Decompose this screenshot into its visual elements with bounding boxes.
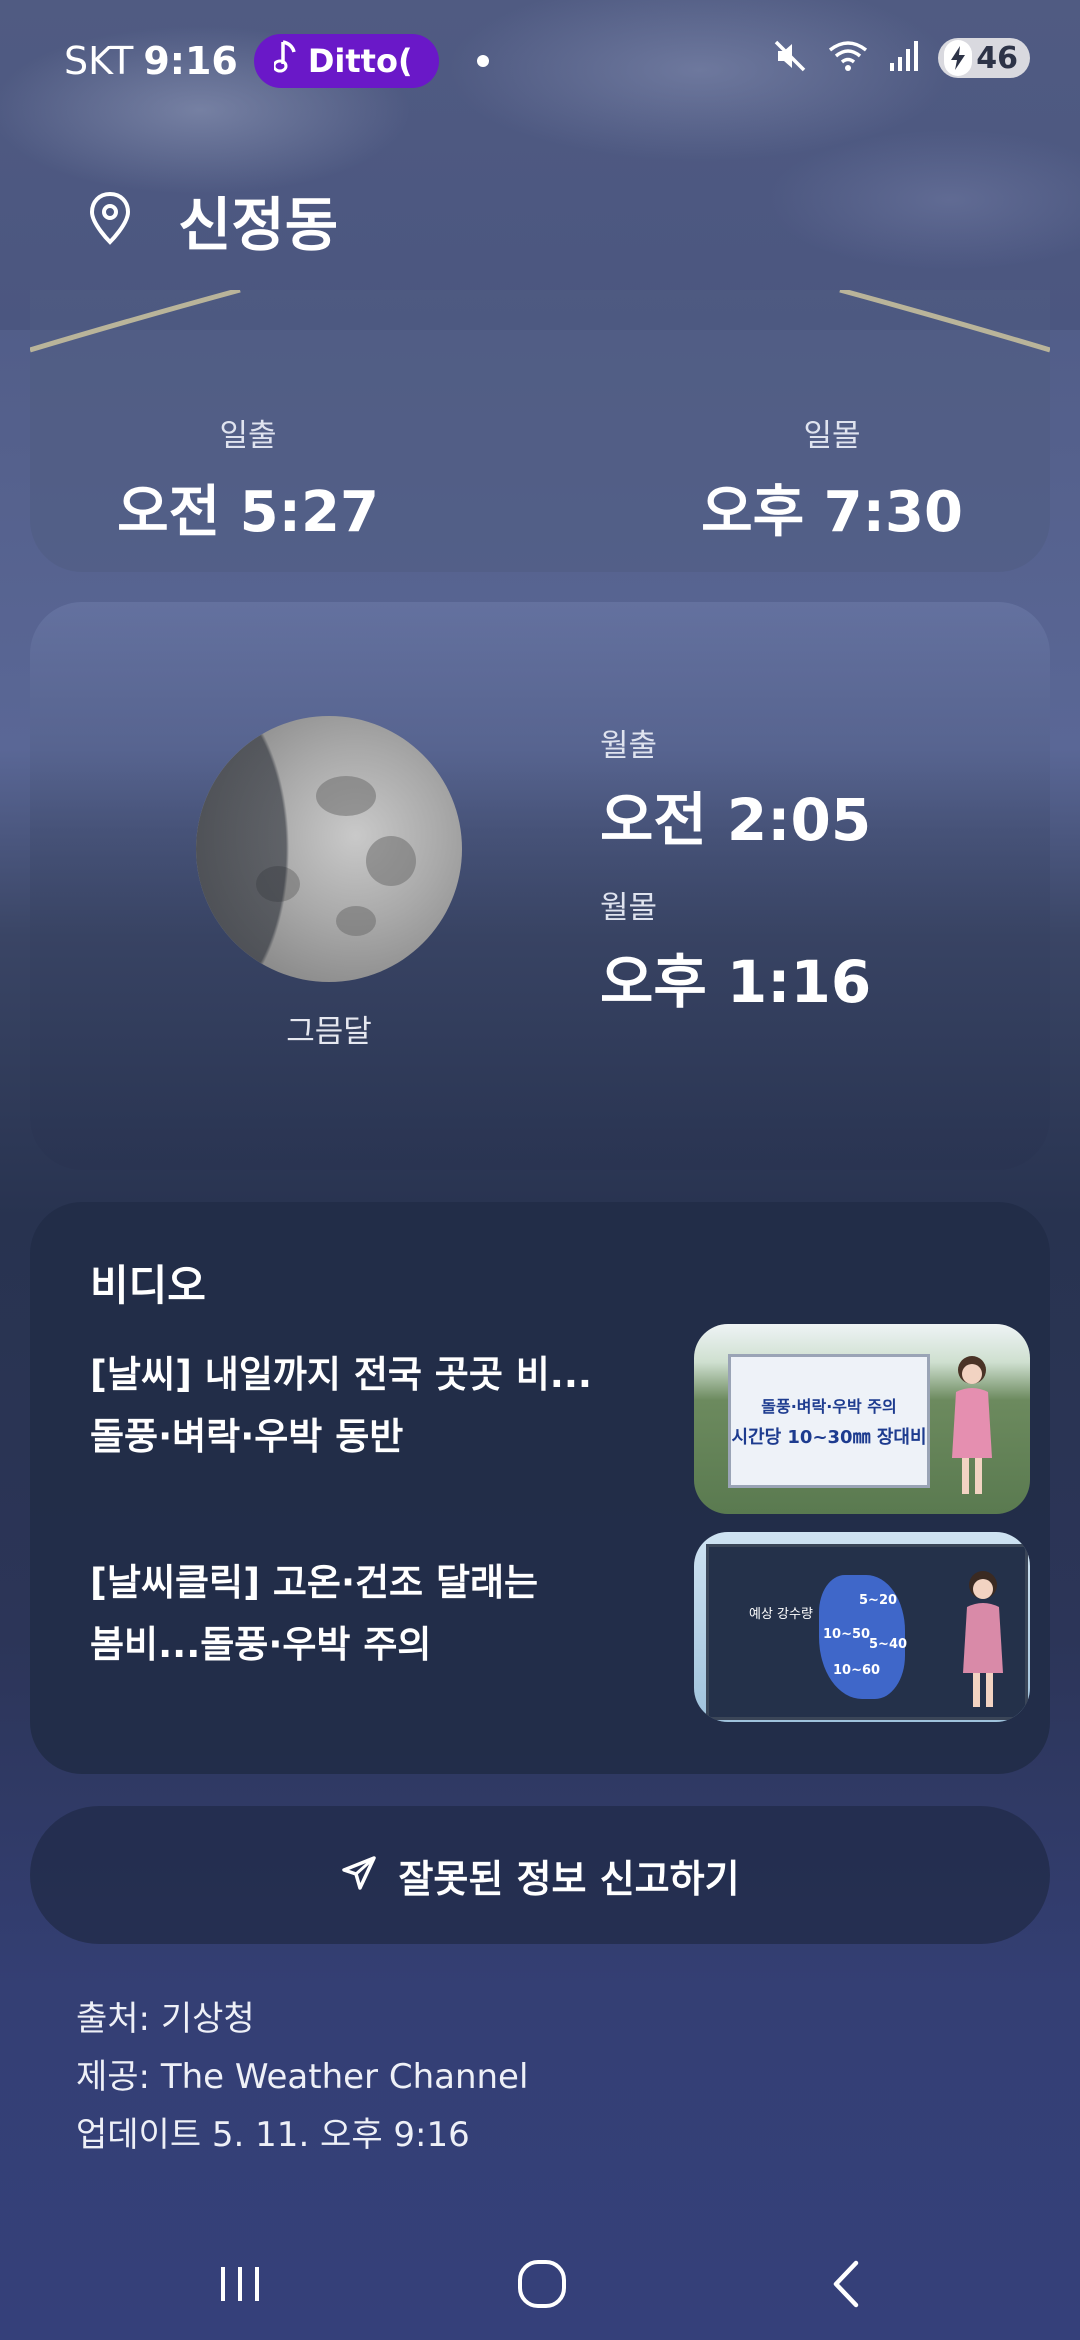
navigation-bar (0, 2230, 1080, 2340)
music-note-icon (272, 40, 298, 82)
thumbnail-board: 돌풍·벼락·우박 주의 시간당 10~30㎜ 장대비 (728, 1354, 930, 1488)
video-item-title: [날씨] 내일까지 전국 곳곳 비... 돌풍·벼락·우박 동반 (90, 1344, 610, 1468)
video-item-title: [날씨클릭] 고온·건조 달래는 봄비...돌풍·우박 주의 (90, 1552, 610, 1676)
location-header[interactable]: 신정동 (88, 178, 338, 262)
moonset-block: 월몰 오후 1:16 (600, 882, 871, 1019)
thumbnail-screen: 예상 강수량 5~20 10~50 5~40 10~60 (706, 1544, 1028, 1720)
data-source: 출처: 기상청 (76, 1999, 255, 2039)
video-item-title-line1: [날씨] 내일까지 전국 곳곳 비... (90, 1353, 592, 1396)
report-incorrect-info-button[interactable]: 잘못된 정보 신고하기 (30, 1806, 1050, 1944)
video-section-title: 비디오 (90, 1261, 206, 1310)
battery-level: 46 (976, 40, 1018, 76)
media-pill[interactable]: Ditto( (253, 34, 439, 88)
video-thumbnail[interactable]: 예상 강수량 5~20 10~50 5~40 10~60 (694, 1532, 1030, 1722)
video-item-title-line2: 돌풍·벼락·우박 동반 (90, 1415, 404, 1458)
footer-info: 출처: 기상청 제공: The Weather Channel 업데이트 5. … (76, 1990, 528, 2164)
presenter-image (963, 1571, 1003, 1707)
video-thumbnail[interactable]: 돌풍·벼락·우박 주의 시간당 10~30㎜ 장대비 (694, 1324, 1030, 1514)
location-title: 신정동 (178, 191, 339, 259)
moonrise-time: 오전 2:05 (600, 786, 872, 854)
sunset-time: 오후 7:30 (701, 480, 963, 545)
sunset-label: 일몰 (803, 418, 861, 454)
moonset-time: 오후 1:16 (600, 948, 872, 1016)
signal-icon (888, 39, 920, 77)
moonrise-block: 월출 오전 2:05 (600, 720, 871, 857)
charging-icon (944, 40, 973, 76)
sunrise-label: 일출 (219, 418, 277, 454)
location-pin-icon (88, 190, 132, 250)
video-card: 비디오 [날씨] 내일까지 전국 곳곳 비... 돌풍·벼락·우박 동반 돌풍·… (30, 1202, 1050, 1774)
thumbnail-value: 5~20 (859, 1593, 898, 1608)
moon-image (196, 716, 462, 982)
send-icon (340, 1854, 378, 1896)
report-button-label: 잘못된 정보 신고하기 (398, 1856, 740, 1901)
battery-indicator: 46 (938, 38, 1030, 78)
video-item[interactable]: [날씨] 내일까지 전국 곳곳 비... 돌풍·벼락·우박 동반 돌풍·벼락·우… (90, 1324, 1030, 1514)
sunrise-time: 오전 5:27 (117, 480, 379, 545)
clock: 9:16 (143, 39, 238, 83)
media-pill-label: Ditto( (307, 42, 413, 80)
thumbnail-value: 10~50 (823, 1627, 871, 1642)
mute-icon (772, 38, 808, 78)
notification-dot-icon (476, 55, 489, 67)
video-item-title-line2: 봄비...돌풍·우박 주의 (90, 1623, 432, 1666)
video-item-title-line1: [날씨클릭] 고온·건조 달래는 (90, 1561, 539, 1604)
thumbnail-map-label: 예상 강수량 (749, 1607, 813, 1622)
moonset-label: 월몰 (600, 890, 658, 926)
video-item[interactable]: [날씨클릭] 고온·건조 달래는 봄비...돌풍·우박 주의 예상 강수량 5~… (90, 1532, 1030, 1722)
thumbnail-caption-2: 시간당 10~30㎜ 장대비 (731, 1427, 927, 1448)
update-time: 업데이트 5. 11. 오후 9:16 (76, 2115, 470, 2155)
wifi-icon (826, 38, 870, 78)
home-button[interactable] (502, 2252, 582, 2316)
thumbnail-value: 10~60 (833, 1663, 881, 1678)
home-icon (518, 2260, 566, 2308)
thumbnail-caption-1: 돌풍·벼락·우박 주의 (761, 1397, 897, 1416)
presenter-image (952, 1356, 992, 1494)
sun-card: 일출 오전 5:27 일몰 오후 7:30 (30, 290, 1050, 572)
moon-card: 그믐달 월출 오전 2:05 월몰 오후 1:16 (30, 602, 1050, 1170)
thumbnail-value: 5~40 (869, 1637, 908, 1652)
back-button[interactable] (806, 2252, 886, 2316)
recent-apps-button[interactable] (200, 2252, 280, 2316)
back-icon (833, 2260, 859, 2308)
sunrise-block: 일출 오전 5:27 (98, 410, 398, 548)
recent-apps-icon (221, 2267, 259, 2301)
moon-phase-label: 그믐달 (286, 1014, 372, 1050)
moonrise-label: 월출 (600, 728, 658, 764)
sun-arc (30, 290, 1050, 353)
data-provider: 제공: The Weather Channel (76, 2057, 529, 2097)
status-bar: SKT 9:16 Ditto( 46 (0, 0, 1080, 118)
sunset-block: 일몰 오후 7:30 (682, 410, 982, 548)
carrier-name: SKT (64, 39, 134, 83)
